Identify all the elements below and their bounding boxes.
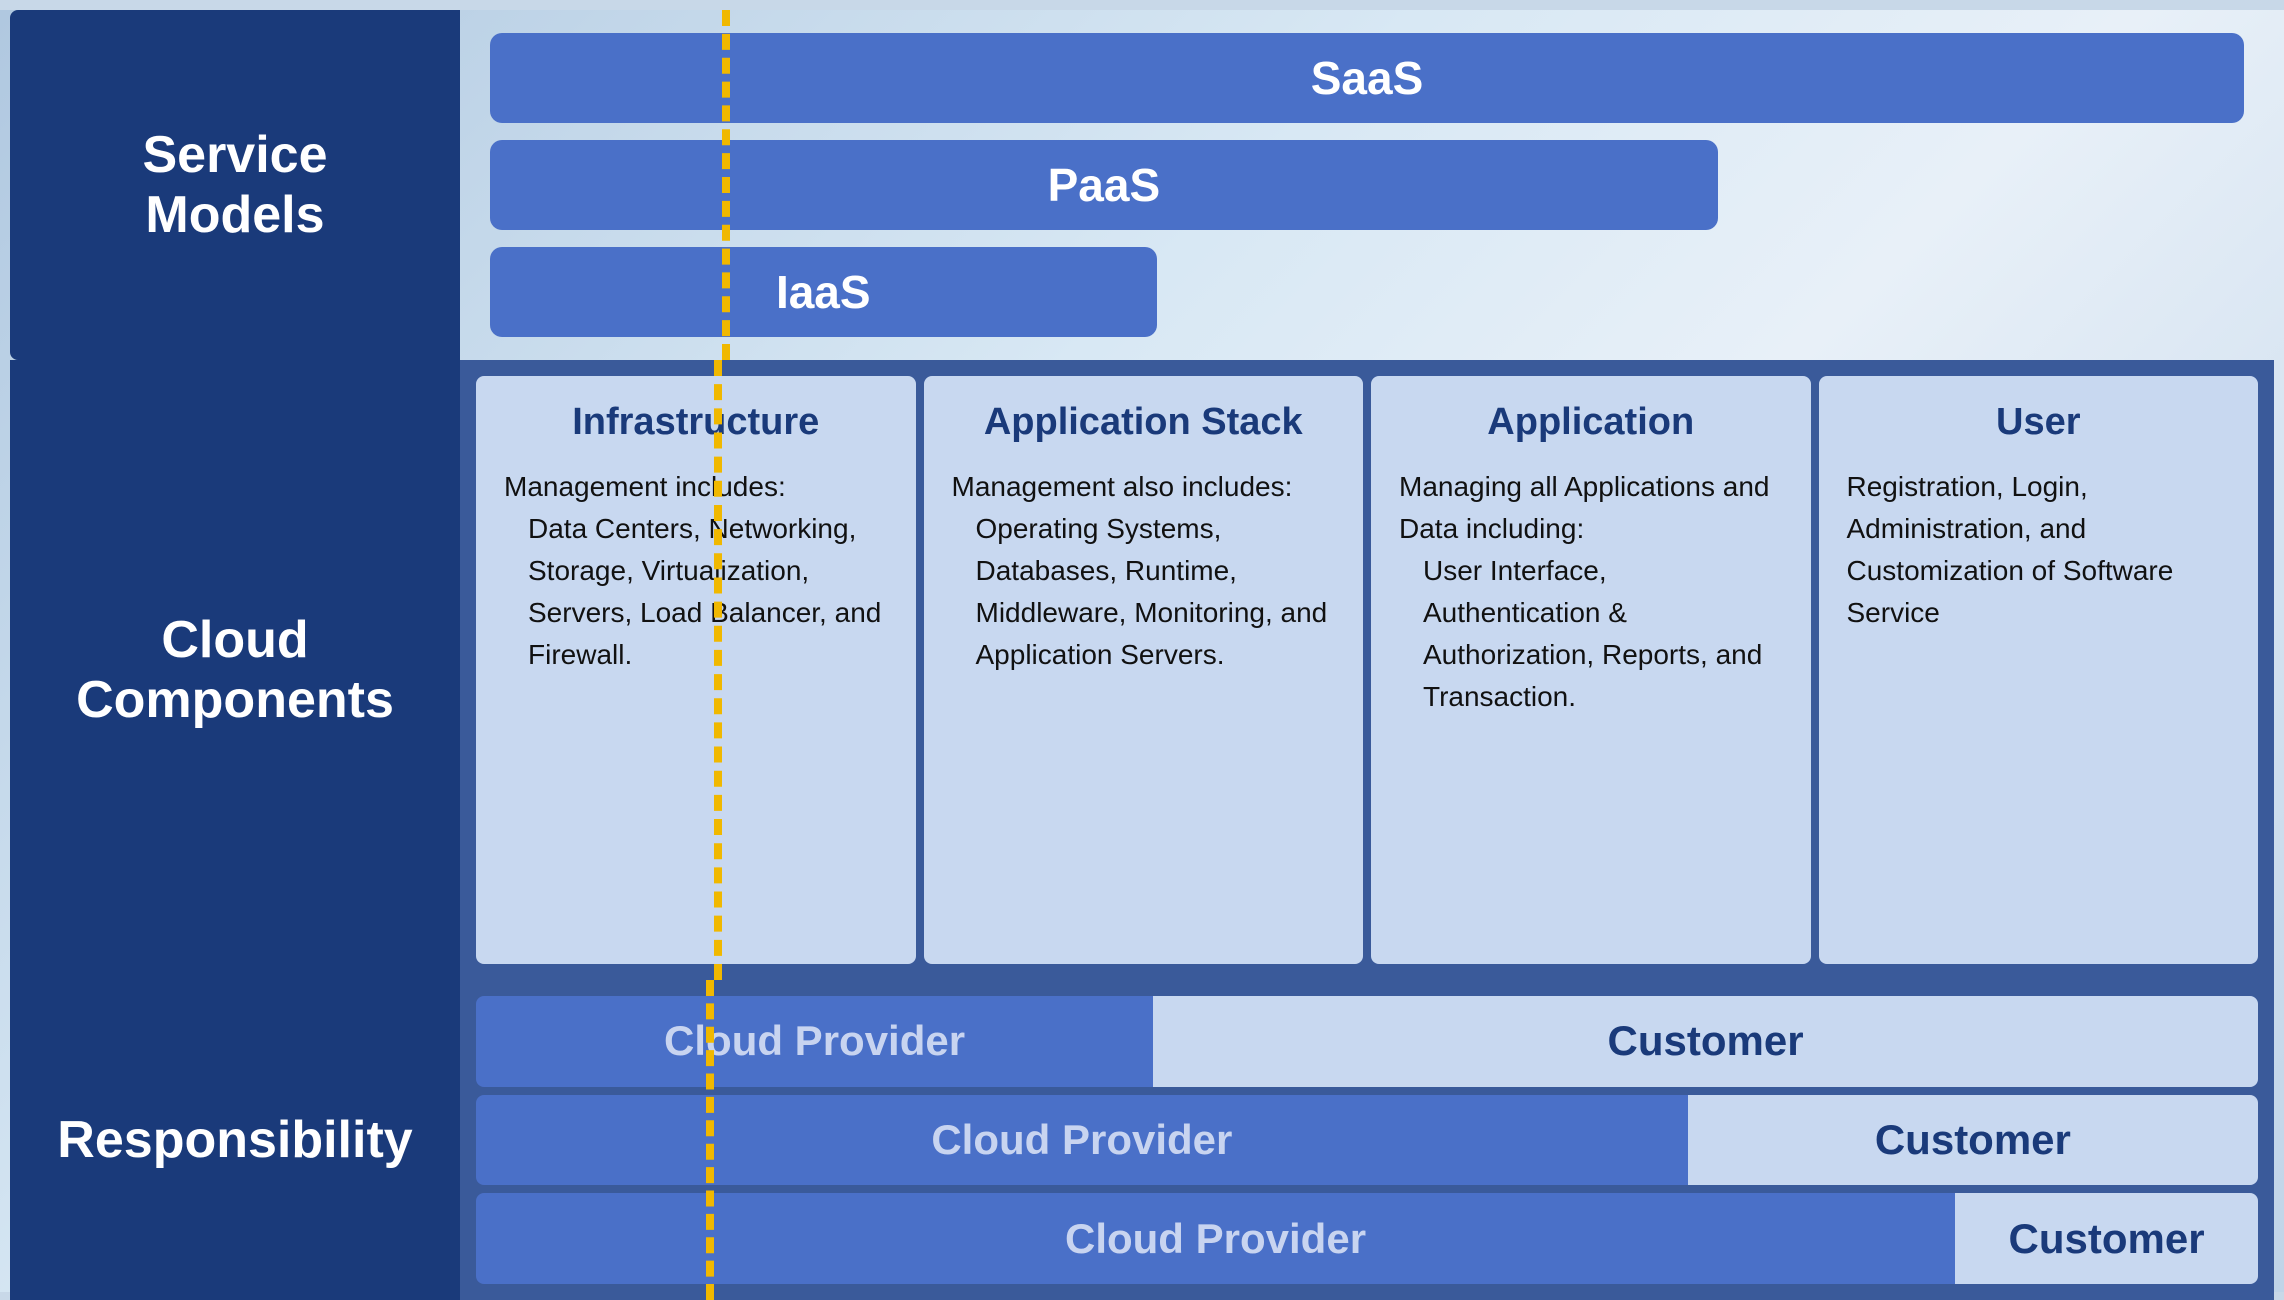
infrastructure-body-text: Management includes:: [504, 471, 786, 502]
paas-customer-label: Customer: [1875, 1116, 2071, 1164]
app-stack-body: Management also includes: Operating Syst…: [952, 466, 1336, 676]
resp-row-iaas: Cloud Provider Customer: [476, 996, 2258, 1087]
resp-row-paas: Cloud Provider Customer: [476, 1095, 2258, 1186]
iaas-provider: Cloud Provider: [476, 996, 1153, 1087]
saas-customer: Customer: [1955, 1193, 2258, 1284]
saas-provider: Cloud Provider: [476, 1193, 1955, 1284]
dashed-line-service: [722, 10, 730, 360]
saas-label: SaaS: [1311, 51, 1424, 105]
iaas-customer-label: Customer: [1608, 1017, 1804, 1065]
application-card: Application Managing all Applications an…: [1371, 376, 1811, 964]
paas-customer: Customer: [1688, 1095, 2258, 1186]
application-title: Application: [1399, 400, 1783, 446]
resp-row-saas: Cloud Provider Customer: [476, 1193, 2258, 1284]
saas-customer-label: Customer: [2009, 1215, 2205, 1263]
infrastructure-title: Infrastructure: [504, 400, 888, 446]
app-stack-items: Operating Systems, Databases, Runtime, M…: [976, 508, 1336, 676]
infrastructure-items: Data Centers, Networking, Storage, Virtu…: [528, 508, 888, 676]
iaas-label: IaaS: [776, 265, 871, 319]
main-grid: Service Models SaaS PaaS IaaS Cloud Comp…: [10, 10, 2274, 1300]
app-stack-body-text: Management also includes:: [952, 471, 1293, 502]
service-models-label: Service Models: [10, 10, 460, 360]
app-stack-card: Application Stack Management also includ…: [924, 376, 1364, 964]
dashed-line-resp: [706, 980, 714, 1300]
iaas-bar: IaaS: [490, 247, 1157, 337]
paas-label: PaaS: [1048, 158, 1161, 212]
paas-provider: Cloud Provider: [476, 1095, 1688, 1186]
paas-provider-label: Cloud Provider: [931, 1116, 1232, 1164]
user-card: User Registration, Login, Administration…: [1819, 376, 2259, 964]
responsibility-label: Responsibility: [10, 980, 460, 1300]
infrastructure-card: Infrastructure Management includes: Data…: [476, 376, 916, 964]
responsibility-text: Responsibility: [57, 1110, 412, 1170]
service-models-text: Service Models: [142, 125, 327, 245]
user-body: Registration, Login, Administration, and…: [1847, 466, 2231, 634]
iaas-customer: Customer: [1153, 996, 2258, 1087]
responsibility-content: Cloud Provider Customer Cloud Provider C…: [460, 980, 2274, 1300]
application-body: Managing all Applications and Data inclu…: [1399, 466, 1783, 718]
application-body-text: Managing all Applications and Data inclu…: [1399, 471, 1769, 544]
user-title: User: [1847, 400, 2231, 446]
paas-bar: PaaS: [490, 140, 1718, 230]
service-models-content: SaaS PaaS IaaS: [460, 10, 2274, 360]
cloud-components-content: Infrastructure Management includes: Data…: [460, 360, 2274, 980]
saas-bar: SaaS: [490, 33, 2244, 123]
app-stack-title: Application Stack: [952, 400, 1336, 446]
cloud-components-label: Cloud Components: [10, 360, 460, 980]
saas-provider-label: Cloud Provider: [1065, 1215, 1366, 1263]
dashed-line-comp: [714, 360, 722, 980]
cloud-components-text: Cloud Components: [76, 610, 394, 730]
application-items: User Interface, Authentication & Authori…: [1423, 550, 1783, 718]
infrastructure-body: Management includes: Data Centers, Netwo…: [504, 466, 888, 676]
